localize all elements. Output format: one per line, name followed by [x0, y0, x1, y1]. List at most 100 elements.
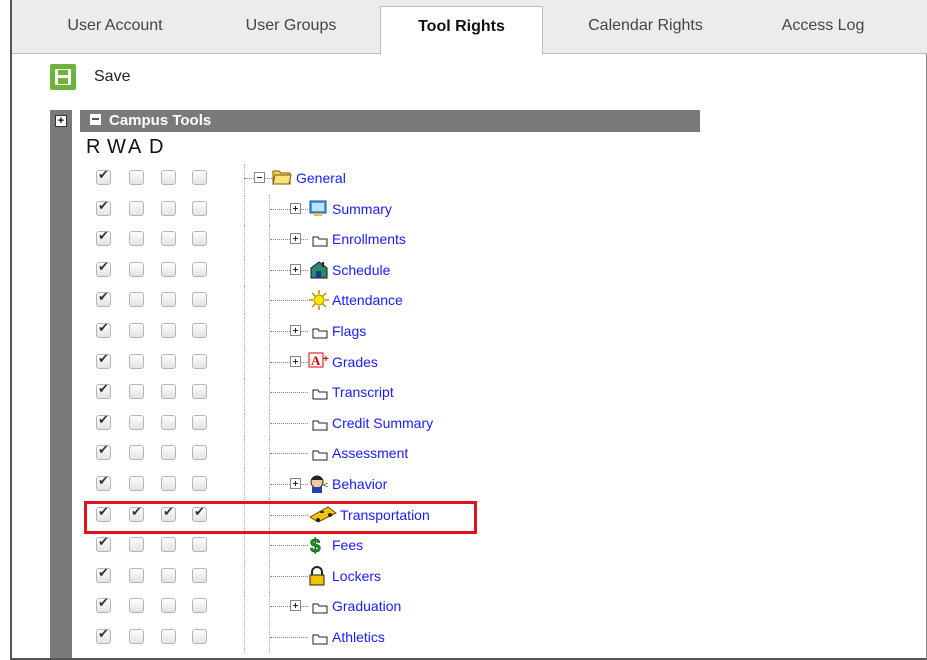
checkbox-r[interactable] — [96, 566, 111, 583]
checkbox-d[interactable] — [192, 353, 207, 369]
tree-line — [269, 378, 270, 409]
checkbox-a[interactable] — [161, 629, 176, 644]
checkbox-w[interactable] — [129, 170, 144, 185]
tree-item-label[interactable]: Transcript — [332, 384, 394, 400]
checkbox-r[interactable] — [96, 413, 111, 430]
checkbox-w[interactable] — [129, 384, 144, 400]
checkbox-d[interactable] — [192, 537, 207, 553]
column-d: D — [149, 136, 165, 158]
checkbox-a[interactable] — [161, 231, 176, 247]
tree-row-athletics: Athletics — [86, 623, 706, 653]
checkbox-r[interactable] — [96, 260, 111, 277]
tree-item-label[interactable]: Attendance — [332, 292, 403, 308]
checkbox-a[interactable] — [161, 476, 176, 491]
checkbox-d[interactable] — [192, 476, 207, 491]
checkbox-a[interactable] — [161, 200, 176, 216]
expand-icon[interactable] — [290, 478, 301, 489]
checkbox-d[interactable] — [192, 629, 207, 644]
checkbox-r[interactable] — [96, 596, 111, 614]
checkbox-d[interactable] — [192, 445, 207, 461]
checkbox-a[interactable] — [161, 384, 176, 400]
tree-item-label[interactable]: Credit Summary — [332, 415, 433, 431]
tree-item-label[interactable]: Enrollments — [332, 231, 406, 247]
expand-icon[interactable] — [290, 263, 301, 275]
checkbox-w[interactable] — [129, 414, 144, 430]
checkbox-d[interactable] — [192, 170, 207, 185]
tab-tool-rights[interactable]: Tool Rights — [380, 6, 543, 55]
checkbox-r[interactable] — [96, 535, 111, 553]
checkbox-w[interactable] — [129, 629, 144, 644]
expand-icon[interactable] — [290, 325, 301, 336]
checkbox-a[interactable] — [161, 567, 176, 583]
checkbox-w[interactable] — [129, 445, 144, 461]
save-button[interactable] — [50, 64, 76, 90]
checkbox-d[interactable] — [192, 261, 207, 277]
expand-all-icon[interactable]: + — [55, 115, 67, 127]
tree-item-label[interactable]: Lockers — [332, 568, 381, 584]
tree-item-label[interactable]: Grades — [332, 354, 378, 370]
checkbox-d[interactable] — [192, 200, 207, 216]
checkbox-w[interactable] — [129, 261, 144, 277]
checkbox-d[interactable] — [192, 567, 207, 583]
checkbox-w[interactable] — [129, 231, 144, 247]
collapse-icon[interactable] — [90, 113, 101, 125]
checkbox-d[interactable] — [192, 323, 207, 338]
save-label[interactable]: Save — [94, 68, 130, 86]
checkbox-w[interactable] — [129, 292, 144, 308]
checkbox-w[interactable] — [129, 598, 144, 614]
checkbox-d[interactable] — [192, 292, 207, 308]
checkbox-r[interactable] — [96, 352, 111, 369]
checkbox-r[interactable] — [96, 627, 111, 644]
expand-icon[interactable] — [290, 355, 301, 367]
tab-calendar-rights[interactable]: Calendar Rights — [543, 6, 748, 54]
checkbox-w[interactable] — [129, 323, 144, 338]
column-divider — [244, 347, 245, 378]
checkbox-r[interactable] — [96, 199, 111, 216]
checkbox-w[interactable] — [129, 353, 144, 369]
checkbox-r[interactable] — [96, 229, 111, 247]
expand-icon[interactable] — [290, 202, 301, 214]
checkbox-w[interactable] — [129, 200, 144, 216]
checkbox-w[interactable] — [129, 567, 144, 583]
tree-item-label[interactable]: Summary — [332, 201, 392, 217]
tree-item-label[interactable]: Athletics — [332, 629, 385, 645]
floppy-disk-icon — [55, 69, 71, 85]
tab-user-account[interactable]: User Account — [12, 6, 218, 54]
checkbox-r[interactable] — [96, 382, 111, 400]
checkbox-a[interactable] — [161, 414, 176, 430]
tree-item-label[interactable]: General — [296, 170, 346, 186]
tab-access-log[interactable]: Access Log — [748, 6, 898, 54]
checkbox-a[interactable] — [161, 537, 176, 553]
expand-icon[interactable] — [290, 233, 301, 245]
tree-item-label[interactable]: Behavior — [332, 476, 387, 492]
svg-text:<: < — [323, 480, 328, 490]
tab-user-groups[interactable]: User Groups — [218, 6, 364, 54]
checkbox-a[interactable] — [161, 598, 176, 614]
checkbox-r[interactable] — [96, 443, 111, 461]
checkbox-w[interactable] — [129, 537, 144, 553]
tree-item-label[interactable]: Schedule — [332, 262, 390, 278]
checkbox-d[interactable] — [192, 414, 207, 430]
checkbox-r[interactable] — [96, 474, 111, 491]
tree-row-assessment: Assessment — [86, 439, 706, 470]
tree-item-label[interactable]: Fees — [332, 537, 363, 553]
tree-item-label[interactable]: Assessment — [332, 445, 408, 461]
checkbox-d[interactable] — [192, 598, 207, 614]
checkbox-r[interactable] — [96, 321, 111, 338]
checkbox-a[interactable] — [161, 170, 176, 185]
tree-item-label[interactable]: Graduation — [332, 598, 401, 614]
expand-icon[interactable] — [290, 600, 301, 612]
checkbox-a[interactable] — [161, 353, 176, 369]
checkbox-d[interactable] — [192, 384, 207, 400]
checkbox-d[interactable] — [192, 231, 207, 247]
checkbox-a[interactable] — [161, 261, 176, 277]
tree-line — [269, 623, 270, 653]
collapse-icon[interactable] — [254, 172, 265, 183]
checkbox-r[interactable] — [96, 290, 111, 308]
checkbox-w[interactable] — [129, 476, 144, 491]
checkbox-a[interactable] — [161, 323, 176, 338]
checkbox-a[interactable] — [161, 292, 176, 308]
checkbox-r[interactable] — [96, 168, 111, 185]
tree-item-label[interactable]: Flags — [332, 323, 366, 339]
checkbox-a[interactable] — [161, 445, 176, 461]
